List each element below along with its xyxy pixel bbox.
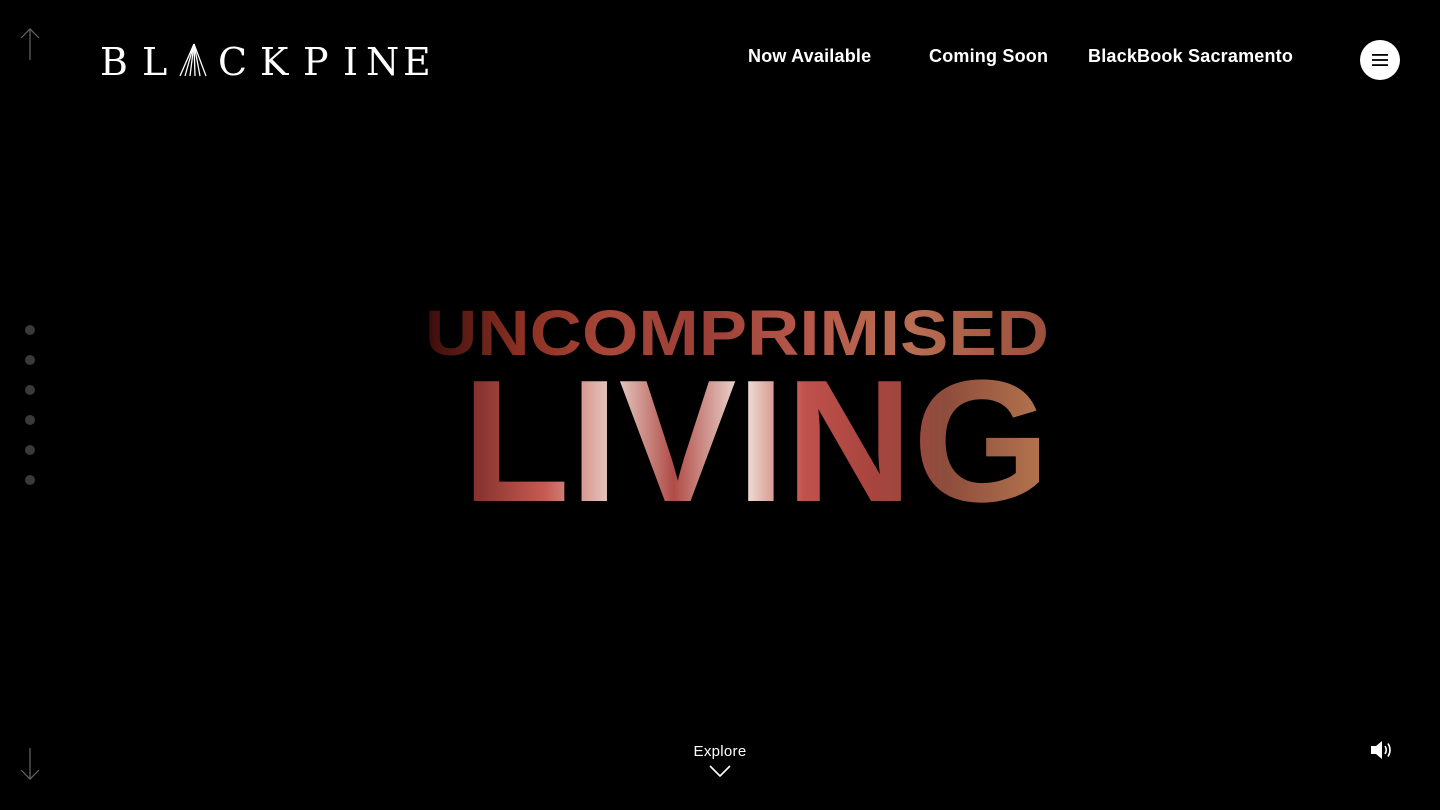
sound-toggle[interactable] — [1368, 738, 1396, 762]
explore-button[interactable]: Explore — [680, 743, 760, 778]
explore-label: Explore — [693, 743, 747, 760]
hero-line-2: LIVING — [462, 343, 1050, 538]
speaker-icon — [1371, 741, 1391, 759]
hero-headline: UNCOMPRIMISED LIVING — [420, 290, 1050, 538]
chevron-down-icon — [709, 765, 731, 778]
